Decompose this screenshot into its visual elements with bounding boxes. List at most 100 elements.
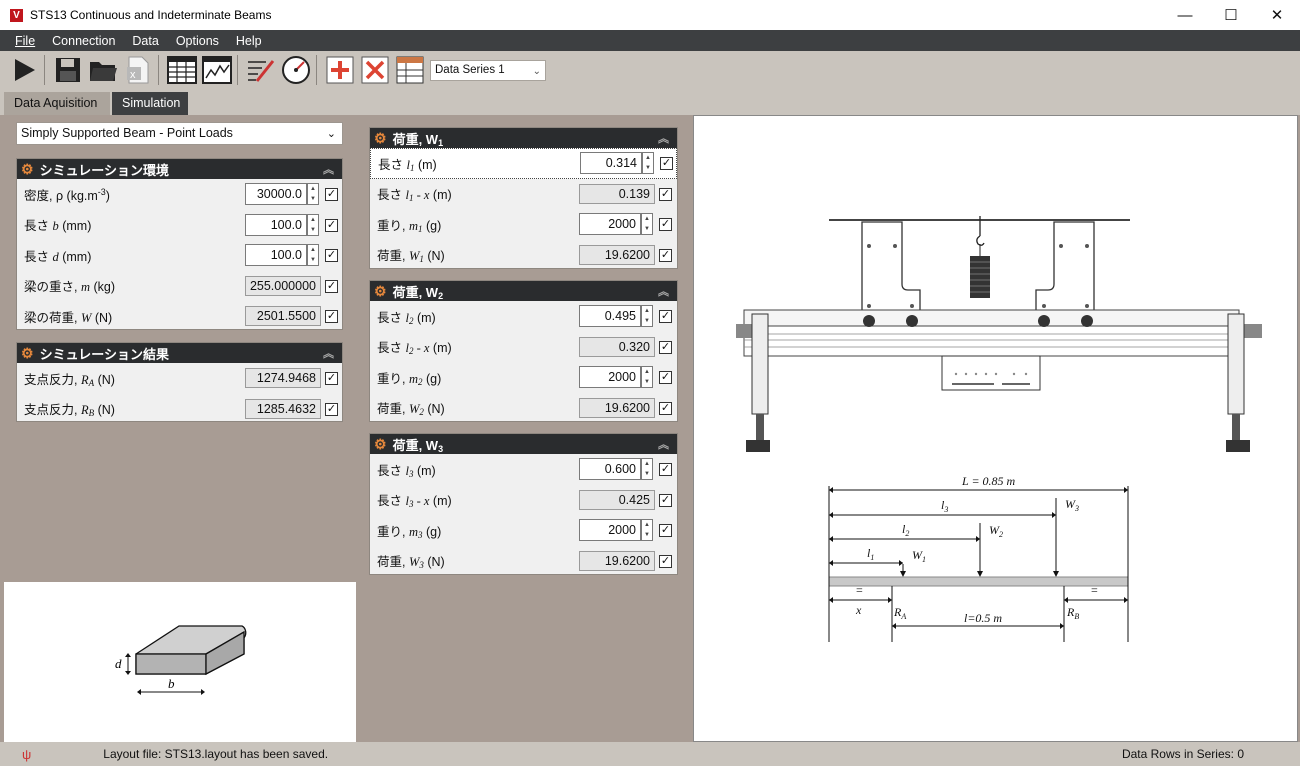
beam-mass-checkbox[interactable]: ✓ xyxy=(325,279,338,293)
length-b-input[interactable]: 100.0 xyxy=(245,213,307,236)
w1-mass-checkbox[interactable]: ✓ xyxy=(659,218,672,231)
app-icon: V xyxy=(10,8,23,22)
beam-load-checkbox[interactable]: ✓ xyxy=(325,310,338,323)
menu-data[interactable]: Data xyxy=(132,34,158,48)
w2-load-value: 19.6200 xyxy=(579,397,655,418)
excel-export-icon[interactable]: x xyxy=(122,54,154,86)
toolbar-separator xyxy=(237,55,238,85)
w3-mass-spinner[interactable]: ▲ ▼ xyxy=(641,519,653,541)
table-view-icon[interactable] xyxy=(166,54,198,86)
w2-length-row: 長さ l2 (m) 0.495 ▲ ▼ ✓ xyxy=(370,301,677,332)
w2-mass-spinner[interactable]: ▲ ▼ xyxy=(641,366,653,388)
reaction-b-label: 支点反力, RB (N) xyxy=(24,403,115,419)
w3-mass-input[interactable]: 2000 xyxy=(579,519,641,541)
panel-header[interactable]: ⚙ シミュレーション環境 ︽ xyxy=(17,159,342,179)
density-checkbox[interactable]: ✓ xyxy=(325,188,338,201)
w2-lx-label: 長さ l2 - x (m) xyxy=(377,341,452,357)
w1-length-checkbox[interactable]: ✓ xyxy=(660,157,673,170)
section-d-label: d xyxy=(115,656,122,671)
beam-apparatus-diagram: L = 0.85 m l3 l2 l1 W1 W2 W3 = = x RA RB… xyxy=(736,216,1262,642)
delete-column-icon[interactable] xyxy=(359,54,391,86)
menu-options[interactable]: Options xyxy=(176,34,219,48)
w2-length-input[interactable]: 0.495 xyxy=(579,305,641,327)
w2-load-checkbox[interactable]: ✓ xyxy=(659,401,672,415)
w2-length-checkbox[interactable]: ✓ xyxy=(659,310,672,323)
panel-title: 荷重, W2 xyxy=(392,284,444,301)
gear-icon: ⚙ xyxy=(374,130,387,146)
panel-header[interactable]: ⚙ シミュレーション結果 ︽ xyxy=(17,343,342,363)
open-folder-icon[interactable] xyxy=(87,54,119,86)
w3-length-checkbox[interactable]: ✓ xyxy=(659,463,672,476)
play-icon[interactable] xyxy=(8,54,40,86)
w1-mass-input[interactable]: 2000 xyxy=(579,213,641,235)
maximize-button[interactable]: ☐ xyxy=(1208,0,1254,30)
result-row-rb: 支点反力, RB (N) 1285.4632 ✓ xyxy=(17,394,342,425)
toolbar: x Data Series 1 ⌄ xyxy=(0,51,1300,89)
w2-mass-input[interactable]: 2000 xyxy=(579,366,641,388)
reaction-a-checkbox[interactable]: ✓ xyxy=(325,372,338,385)
table-settings-icon[interactable] xyxy=(394,54,426,86)
w3-lx-checkbox[interactable]: ✓ xyxy=(659,493,672,507)
gauge-icon[interactable] xyxy=(280,54,312,86)
menu-file[interactable]: File xyxy=(15,34,35,48)
length-b-spinner[interactable]: ▲ ▼ xyxy=(307,213,319,236)
edit-table-icon[interactable] xyxy=(245,54,277,86)
equal-mark-right: = xyxy=(1091,583,1098,597)
collapse-icon[interactable]: ︽ xyxy=(658,283,669,299)
equal-mark-left: = xyxy=(856,583,863,597)
usb-icon: ψ xyxy=(22,746,32,762)
density-spinner[interactable]: ▲ ▼ xyxy=(307,183,319,205)
w2-lx-row: 長さ l2 - x (m) 0.320 ✓ xyxy=(370,332,677,363)
length-d-checkbox[interactable]: ✓ xyxy=(325,249,338,262)
length-b-checkbox[interactable]: ✓ xyxy=(325,218,338,232)
w2-diagram-label: W2 xyxy=(989,523,1003,539)
menu-connection[interactable]: Connection xyxy=(52,34,115,48)
w3-load-checkbox[interactable]: ✓ xyxy=(659,554,672,568)
save-icon[interactable] xyxy=(52,54,84,86)
cross-section-panel: d b xyxy=(4,582,356,742)
length-d-spinner[interactable]: ▲ ▼ xyxy=(307,244,319,266)
panel-header[interactable]: ⚙ 荷重, W1 ︽ xyxy=(370,128,677,148)
gear-icon: ⚙ xyxy=(374,436,387,452)
w3-length-spinner[interactable]: ▲ ▼ xyxy=(641,458,653,480)
collapse-icon[interactable]: ︽ xyxy=(323,161,334,177)
panel-header[interactable]: ⚙ 荷重, W2 ︽ xyxy=(370,281,677,301)
toolbar-separator xyxy=(44,55,45,85)
w1-mass-spinner[interactable]: ▲ ▼ xyxy=(641,213,653,235)
w1-lx-checkbox[interactable]: ✓ xyxy=(659,187,672,201)
w2-lx-checkbox[interactable]: ✓ xyxy=(659,340,672,354)
w2-length-label: 長さ l2 (m) xyxy=(377,310,436,326)
w2-mass-checkbox[interactable]: ✓ xyxy=(659,371,672,384)
w3-lx-row: 長さ l3 - x (m) 0.425 ✓ xyxy=(370,485,677,516)
collapse-icon[interactable]: ︽ xyxy=(323,345,334,361)
w1-load-checkbox[interactable]: ✓ xyxy=(659,248,672,262)
collapse-icon[interactable]: ︽ xyxy=(658,436,669,452)
env-row-mass: 梁の重さ, m (kg) 255.000000 ✓ xyxy=(17,271,342,302)
w1-length-input[interactable]: 0.314 xyxy=(580,152,642,174)
graph-view-icon[interactable] xyxy=(201,54,233,86)
reaction-b-diagram-label: RB xyxy=(1066,605,1079,621)
w2-mass-row: 重り, m2 (g) 2000 ▲ ▼ ✓ xyxy=(370,362,677,393)
w3-load-row: 荷重, W3 (N) 19.6200 ✓ xyxy=(370,546,677,577)
tab-data-aquisition[interactable]: Data Aquisition xyxy=(4,92,110,115)
density-input[interactable]: 30000.0 xyxy=(245,183,307,205)
w3-mass-checkbox[interactable]: ✓ xyxy=(659,524,672,537)
w2-length-spinner[interactable]: ▲ ▼ xyxy=(641,305,653,327)
w3-length-input[interactable]: 0.600 xyxy=(579,458,641,480)
close-button[interactable]: ✕ xyxy=(1254,0,1300,30)
minimize-button[interactable]: — xyxy=(1162,0,1208,30)
result-row-ra: 支点反力, RA (N) 1274.9468 ✓ xyxy=(17,363,342,394)
tab-simulation[interactable]: Simulation xyxy=(112,92,188,115)
w3-load-label: 荷重, W3 (N) xyxy=(377,555,445,571)
beam-type-dropdown[interactable]: Simply Supported Beam - Point Loads ⌄ xyxy=(16,122,343,145)
reaction-b-checkbox[interactable]: ✓ xyxy=(325,402,338,416)
w1-length-spinner[interactable]: ▲ ▼ xyxy=(642,152,654,174)
data-series-dropdown[interactable]: Data Series 1 ⌄ xyxy=(430,59,546,81)
menu-help[interactable]: Help xyxy=(236,34,262,48)
add-column-icon[interactable] xyxy=(324,54,356,86)
beam-load-value: 2501.5500 xyxy=(245,306,321,326)
panel-header[interactable]: ⚙ 荷重, W3 ︽ xyxy=(370,434,677,454)
collapse-icon[interactable]: ︽ xyxy=(658,130,669,146)
l2-label: l2 xyxy=(902,522,909,538)
length-d-input[interactable]: 100.0 xyxy=(245,244,307,266)
